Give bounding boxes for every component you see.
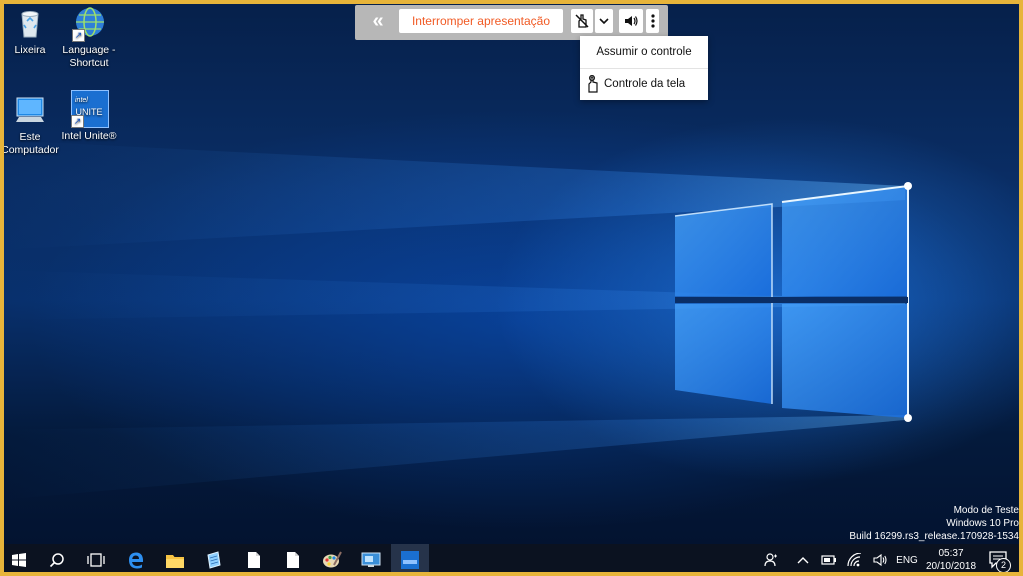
control-menu: Assumir o controle Controle da tela: [580, 36, 708, 100]
intel-unite-icon: intel UNITE ↗: [71, 90, 109, 128]
windows-wallpaper-art: [0, 140, 912, 500]
remote-desktop-icon: [361, 552, 381, 567]
task-view-icon: [87, 553, 105, 567]
search-button[interactable]: [38, 544, 76, 576]
speaker-icon: [625, 16, 638, 26]
stop-presentation-button[interactable]: Interromper apresentação: [399, 9, 563, 33]
paint-icon: [323, 551, 342, 568]
notepad-button[interactable]: [195, 544, 233, 576]
edge-button[interactable]: [117, 544, 155, 576]
no-control-icon: [575, 14, 589, 28]
menu-item-label: Controle da tela: [604, 78, 686, 90]
people-icon: [764, 553, 777, 567]
desktop-icon-language-shortcut[interactable]: ↗ Language - Shortcut: [53, 6, 125, 70]
power-button[interactable]: [818, 544, 840, 576]
test-mode-watermark: Modo de Teste Windows 10 Pro Build 16299…: [849, 504, 1019, 543]
start-button[interactable]: [0, 544, 38, 576]
windows-start-icon: [12, 553, 26, 567]
battery-plug-icon: [821, 555, 836, 565]
taskbar: ENG: [0, 544, 1023, 576]
watermark-line-3: Build 16299.rs3_release.170928-1534: [849, 531, 1019, 542]
action-center-button[interactable]: 2: [986, 548, 1012, 573]
shortcut-arrow-icon: ↗: [72, 29, 85, 42]
desktop-icon-label: Lixeira: [14, 44, 46, 56]
people-button[interactable]: [760, 544, 782, 576]
file-icon: [248, 552, 260, 568]
remote-desktop-button[interactable]: [352, 544, 390, 576]
desktop-icon-label: Este Computador: [1, 131, 59, 156]
file-icon: [287, 552, 299, 568]
menu-item-label: Assumir o controle: [596, 46, 692, 58]
desktop-icon-label: Intel Unite®: [61, 130, 117, 142]
chevron-up-icon: [797, 557, 809, 564]
notepad-icon: [207, 551, 221, 569]
document-button-2[interactable]: [274, 544, 312, 576]
wifi-icon: [847, 553, 862, 567]
notification-count-badge: 2: [996, 558, 1011, 573]
menu-item-take-control[interactable]: Assumir o controle: [580, 37, 708, 68]
clock-date: 20/10/2018: [925, 561, 977, 572]
file-explorer-icon: [166, 554, 184, 568]
network-button[interactable]: [844, 544, 866, 576]
intel-unite-icon: [401, 551, 419, 569]
double-chevron-left-icon[interactable]: «: [365, 11, 391, 33]
paint-button[interactable]: [313, 544, 351, 576]
chevron-down-icon: [599, 18, 609, 25]
clock-time: 05:37: [938, 548, 964, 559]
input-language-button[interactable]: ENG: [894, 544, 920, 576]
menu-item-screen-control[interactable]: Controle da tela: [580, 69, 708, 100]
intel-unite-taskbar-button[interactable]: [391, 544, 429, 576]
more-vertical-icon: [650, 14, 655, 28]
edge-icon: [129, 552, 144, 569]
desktop-icon-label: Language - Shortcut: [62, 44, 116, 69]
search-icon: [49, 553, 64, 568]
presentation-toolbar: « Interromper apresentação: [355, 5, 668, 40]
show-hidden-icons-button[interactable]: [793, 544, 813, 576]
recycle-bin-icon: [13, 6, 47, 40]
hand-touch-icon: [588, 75, 598, 93]
globe-icon: ↗: [72, 6, 106, 42]
task-view-button[interactable]: [77, 544, 115, 576]
speaker-icon: [873, 553, 887, 567]
file-explorer-button[interactable]: [156, 544, 194, 576]
shortcut-arrow-icon: ↗: [71, 115, 84, 128]
volume-button[interactable]: [869, 544, 891, 576]
watermark-line-2: Windows 10 Pro: [946, 518, 1019, 529]
no-control-button[interactable]: [571, 9, 593, 33]
speaker-button[interactable]: [619, 9, 643, 33]
document-button-1[interactable]: [235, 544, 273, 576]
desktop-background: [0, 0, 1023, 544]
watermark-line-1: Modo de Teste: [953, 505, 1019, 516]
clock[interactable]: 05:37 20/10/2018: [918, 547, 984, 573]
expand-menu-button[interactable]: [595, 9, 613, 33]
desktop-icon-intel-unite[interactable]: intel UNITE ↗ Intel Unite®: [53, 90, 125, 143]
more-options-button[interactable]: [646, 9, 659, 33]
computer-icon: [13, 93, 47, 127]
